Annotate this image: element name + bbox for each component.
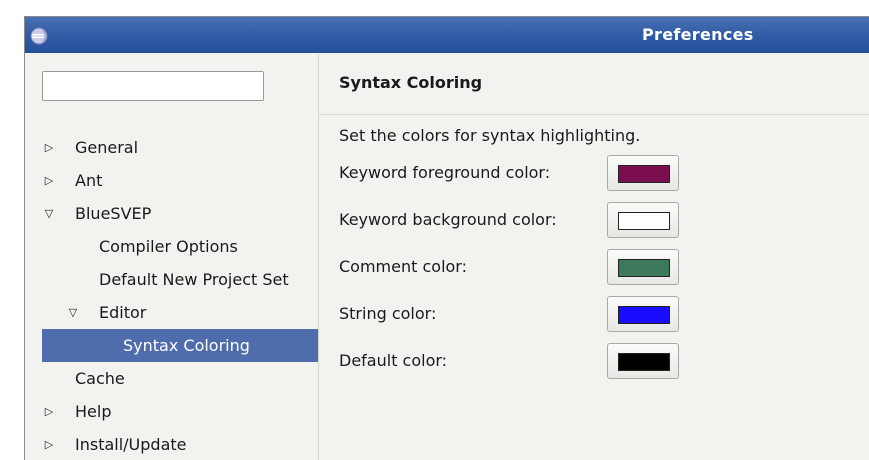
color-swatch — [618, 353, 670, 371]
string-color-button[interactable] — [607, 296, 679, 332]
expand-triangle-icon[interactable]: ▷ — [42, 131, 56, 164]
color-swatch — [618, 259, 670, 277]
collapse-triangle-icon[interactable]: ▽ — [66, 296, 80, 329]
tree-item-label: Help — [75, 402, 112, 421]
color-swatch — [618, 165, 670, 183]
tree-item-default-new-project-settings[interactable]: Default New Project Set — [25, 263, 318, 296]
expand-triangle-icon[interactable]: ▷ — [42, 395, 56, 428]
preference-page: Syntax Coloring Set the colors for synta… — [319, 54, 869, 460]
tree-item-ant[interactable]: ▷ Ant — [25, 164, 318, 197]
tree-item-install-update[interactable]: ▷ Install/Update — [25, 428, 318, 460]
keyword-foreground-color-button[interactable] — [607, 155, 679, 191]
tree-item-label: Default New Project Set — [99, 270, 289, 289]
tree-item-compiler-options[interactable]: Compiler Options — [25, 230, 318, 263]
tree-item-general[interactable]: ▷ General — [25, 131, 318, 164]
tree-item-label: Syntax Coloring — [123, 336, 250, 355]
comment-color-label: Comment color: — [339, 257, 467, 276]
tree-item-label: Cache — [75, 369, 125, 388]
keyword-background-color-button[interactable] — [607, 202, 679, 238]
tree-item-help[interactable]: ▷ Help — [25, 395, 318, 428]
eclipse-icon — [30, 27, 48, 45]
default-color-label: Default color: — [339, 351, 448, 370]
tree-item-bluesvep[interactable]: ▽ BlueSVEP — [25, 197, 318, 230]
page-title: Syntax Coloring — [339, 73, 483, 92]
preference-tree-pane: ▷ General ▷ Ant ▽ BlueSVEP Compiler Opti… — [25, 54, 318, 460]
preferences-window: Preferences ▷ General ▷ Ant ▽ BlueSVEP C… — [24, 16, 869, 460]
window-title: Preferences — [642, 25, 754, 44]
string-color-label: String color: — [339, 304, 437, 323]
title-separator — [319, 114, 869, 115]
keyword-background-label: Keyword background color: — [339, 210, 557, 229]
tree-item-label: BlueSVEP — [75, 204, 152, 223]
tree-item-label: Ant — [75, 171, 103, 190]
color-swatch — [618, 306, 670, 324]
comment-color-button[interactable] — [607, 249, 679, 285]
tree-item-editor[interactable]: ▽ Editor — [25, 296, 318, 329]
tree-item-syntax-coloring[interactable]: Syntax Coloring — [42, 329, 318, 362]
tree-item-label: Install/Update — [75, 435, 187, 454]
tree-item-label: Compiler Options — [99, 237, 238, 256]
expand-triangle-icon[interactable]: ▷ — [42, 428, 56, 460]
default-color-button[interactable] — [607, 343, 679, 379]
collapse-triangle-icon[interactable]: ▽ — [42, 197, 56, 230]
tree-item-label: General — [75, 138, 139, 157]
page-description: Set the colors for syntax highlighting. — [339, 126, 641, 145]
title-bar[interactable]: Preferences — [25, 17, 869, 53]
filter-input[interactable] — [42, 71, 264, 101]
tree-item-cache[interactable]: Cache — [25, 362, 318, 395]
tree-item-label: Editor — [99, 303, 147, 322]
keyword-foreground-label: Keyword foreground color: — [339, 163, 551, 182]
color-swatch — [618, 212, 670, 230]
expand-triangle-icon[interactable]: ▷ — [42, 164, 56, 197]
